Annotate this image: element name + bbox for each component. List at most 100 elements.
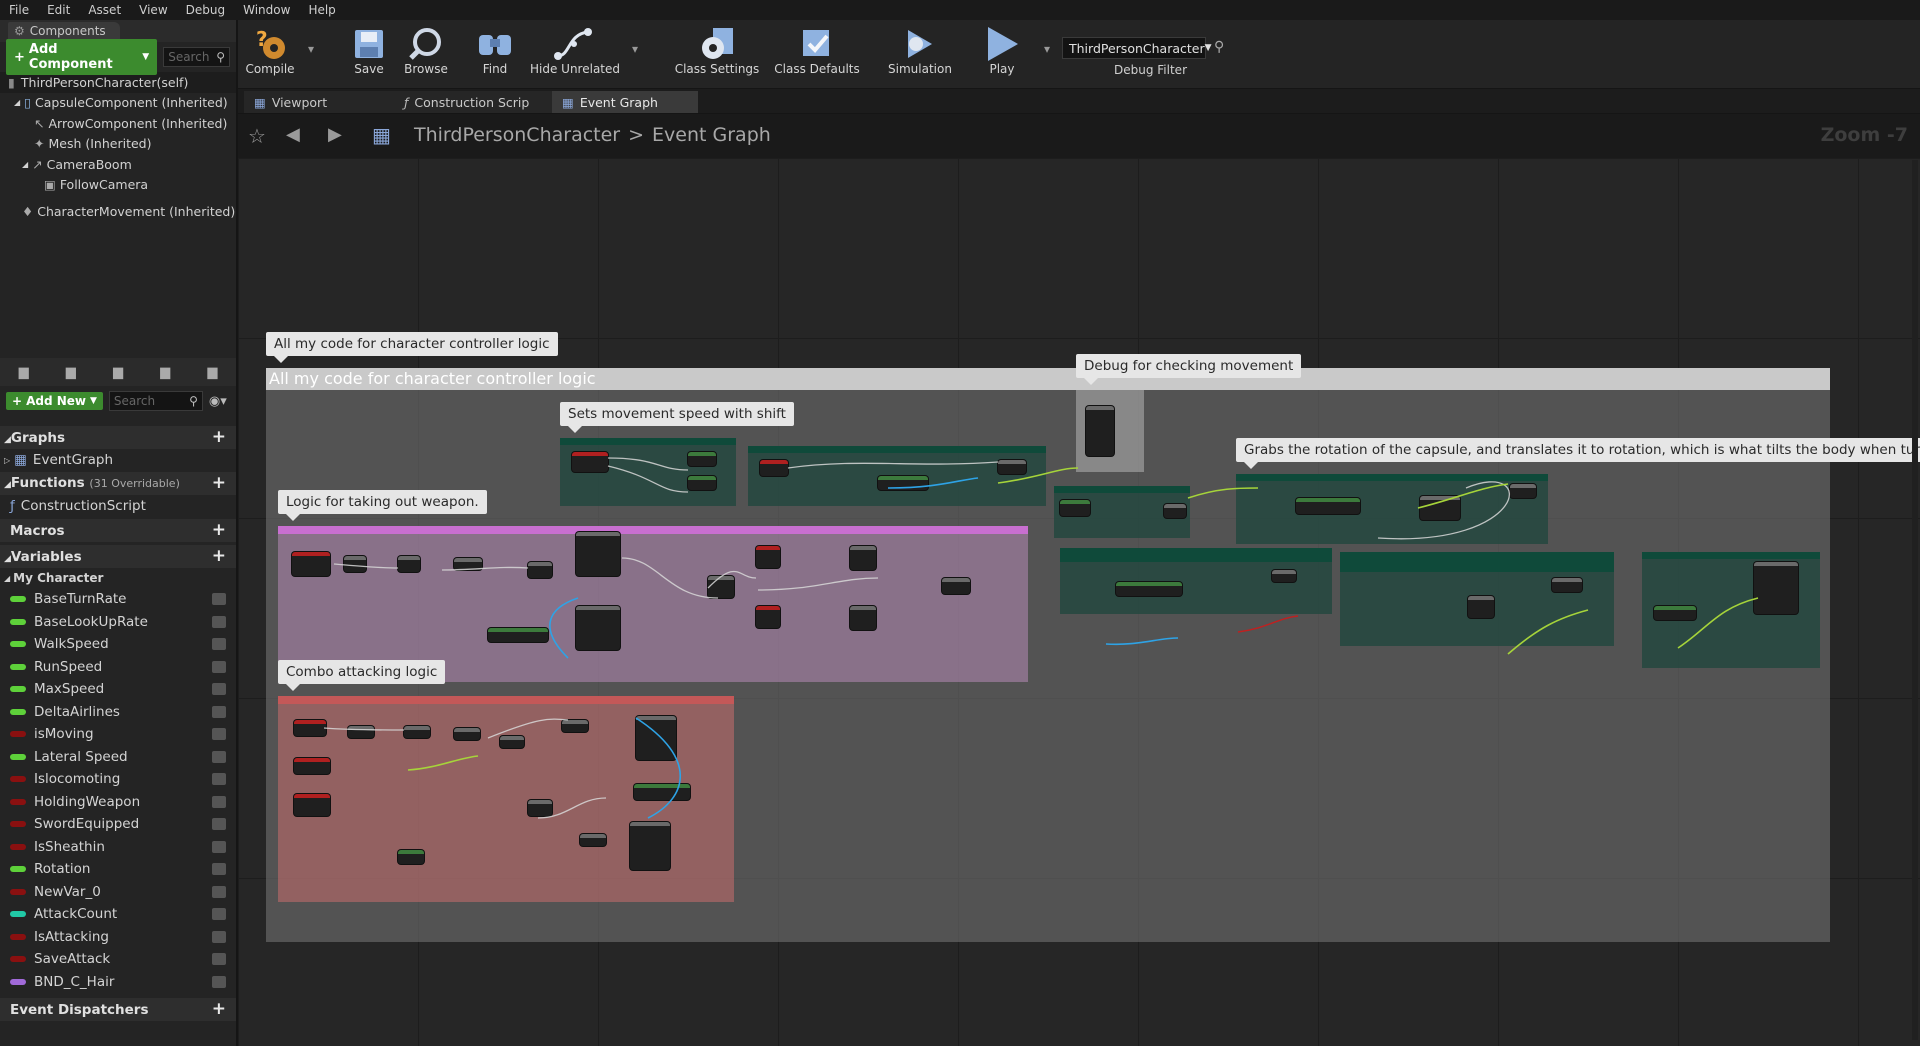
vertical-scrollbar[interactable] xyxy=(1912,160,1918,1040)
tab-construction-script[interactable]: ƒ Construction Scrip xyxy=(394,91,554,113)
play-options-chevron-icon[interactable]: ▾ xyxy=(1042,42,1052,56)
eye-closed-icon[interactable] xyxy=(212,773,226,786)
variable-item[interactable]: BaseTurnRate xyxy=(0,588,236,611)
components-search-input[interactable]: Search ⚲ xyxy=(163,47,230,67)
eye-closed-icon[interactable] xyxy=(212,615,226,628)
eye-closed-icon[interactable] xyxy=(212,705,226,718)
eye-closed-icon[interactable] xyxy=(212,908,226,921)
add-dispatcher-icon[interactable]: + xyxy=(212,1001,226,1018)
add-component-button[interactable]: + Add Component ▼ xyxy=(6,39,158,75)
component-item-followcamera[interactable]: ▣ FollowCamera xyxy=(0,175,236,196)
variable-item[interactable]: AttackCount xyxy=(0,903,236,926)
find-label: Find xyxy=(482,62,508,76)
graph-item-eventgraph[interactable]: ▷ ▦ EventGraph xyxy=(0,449,236,472)
tab-viewport[interactable]: ▦ Viewport xyxy=(244,91,394,113)
menu-help[interactable]: Help xyxy=(299,3,344,17)
variable-item[interactable]: Islocomoting xyxy=(0,768,236,791)
component-item-capsule[interactable]: ◢ ▯ CapsuleComponent (Inherited) xyxy=(0,93,236,114)
simulation-button[interactable]: Simulation xyxy=(886,26,954,76)
compile-options-chevron-icon[interactable]: ▾ xyxy=(306,42,316,56)
variable-item[interactable]: HoldingWeapon xyxy=(0,791,236,814)
tab-event-graph[interactable]: ▦ Event Graph xyxy=(552,91,698,113)
menu-asset[interactable]: Asset xyxy=(79,3,130,17)
folder-icon[interactable]: ▆ xyxy=(160,365,170,380)
eye-closed-icon[interactable] xyxy=(212,930,226,943)
eye-closed-icon[interactable] xyxy=(212,818,226,831)
breadcrumb-root[interactable]: ThirdPersonCharacter xyxy=(414,124,620,146)
menu-window[interactable]: Window xyxy=(234,3,299,17)
variables-category[interactable]: ◢Variables + xyxy=(0,545,236,568)
graphs-category[interactable]: ◢Graphs + xyxy=(0,426,236,449)
class-defaults-button[interactable]: Class Defaults xyxy=(770,26,864,76)
folder-icon[interactable]: ▆ xyxy=(113,365,123,380)
forward-arrow-icon[interactable]: ▶ xyxy=(328,124,342,145)
variable-item[interactable]: RunSpeed xyxy=(0,656,236,679)
components-tab[interactable]: ⚙ Components xyxy=(8,22,120,40)
menu-view[interactable]: View xyxy=(130,3,176,17)
eye-closed-icon[interactable] xyxy=(212,795,226,808)
eye-closed-icon[interactable] xyxy=(212,863,226,876)
mybp-search-input[interactable]: Search ⚲ xyxy=(108,391,203,411)
add-function-icon[interactable]: + xyxy=(212,474,226,492)
event-graph-canvas[interactable]: All my code for character controller log… xyxy=(238,158,1920,1046)
macros-category[interactable]: Macros + xyxy=(0,519,236,542)
variable-item[interactable]: NewVar_0 xyxy=(0,881,236,904)
compile-button[interactable]: ? Compile xyxy=(240,26,300,76)
folder-icon[interactable]: ▆ xyxy=(66,365,76,380)
hide-unrelated-button[interactable]: Hide Unrelated xyxy=(530,26,620,76)
class-settings-button[interactable]: Class Settings xyxy=(672,26,762,76)
component-item-movement[interactable]: ♦ CharacterMovement (Inherited) xyxy=(0,201,236,222)
menu-edit[interactable]: Edit xyxy=(38,3,79,17)
eye-closed-icon[interactable] xyxy=(212,593,226,606)
eye-closed-icon[interactable] xyxy=(212,728,226,741)
play-button[interactable]: Play xyxy=(974,26,1030,76)
variable-item[interactable]: WalkSpeed xyxy=(0,633,236,656)
menu-file[interactable]: File xyxy=(0,3,38,17)
play-label: Play xyxy=(989,62,1015,76)
debug-search-icon[interactable]: ⚲ xyxy=(1214,39,1224,55)
component-item-self[interactable]: ▮ ThirdPersonCharacter(self) xyxy=(0,72,236,93)
eye-closed-icon[interactable] xyxy=(212,953,226,966)
component-item-cameraboom[interactable]: ◢ ↗ CameraBoom xyxy=(0,154,236,175)
variable-item[interactable]: BND_C_Hair xyxy=(0,971,236,994)
component-item-arrow[interactable]: ↖ ArrowComponent (Inherited) xyxy=(0,113,236,134)
find-button[interactable]: Find xyxy=(470,26,520,76)
folder-icon[interactable]: ▆ xyxy=(19,365,29,380)
save-button[interactable]: Save xyxy=(344,26,394,76)
variable-item[interactable]: SwordEquipped xyxy=(0,813,236,836)
eye-closed-icon[interactable] xyxy=(212,885,226,898)
debug-filter-dropdown[interactable]: ThirdPersonCharacter ▼ xyxy=(1062,37,1212,59)
variable-item[interactable]: MaxSpeed xyxy=(0,678,236,701)
eye-closed-icon[interactable] xyxy=(212,638,226,651)
variable-item[interactable]: SaveAttack xyxy=(0,948,236,971)
eye-icon[interactable]: ◉▾ xyxy=(209,394,227,409)
variable-item[interactable]: DeltaAirlines xyxy=(0,701,236,724)
hide-unrelated-chevron-icon[interactable]: ▾ xyxy=(630,42,640,56)
variable-item[interactable]: IsSheathin xyxy=(0,836,236,859)
my-character-category[interactable]: ◢ My Character xyxy=(0,568,236,588)
variable-item[interactable]: Rotation xyxy=(0,858,236,881)
eye-closed-icon[interactable] xyxy=(212,840,226,853)
component-item-mesh[interactable]: ✦ Mesh (Inherited) xyxy=(0,134,236,155)
folder-icon[interactable]: ▆ xyxy=(207,365,217,380)
variable-item[interactable]: Lateral Speed xyxy=(0,746,236,769)
star-icon[interactable]: ☆ xyxy=(248,124,266,148)
function-item-construction[interactable]: ƒ ConstructionScript xyxy=(0,495,236,518)
eye-closed-icon[interactable] xyxy=(212,660,226,673)
eye-closed-icon[interactable] xyxy=(212,975,226,988)
variable-item[interactable]: BaseLookUpRate xyxy=(0,611,236,634)
back-arrow-icon[interactable]: ◀ xyxy=(286,124,300,145)
add-new-button[interactable]: + Add New ▼ xyxy=(6,392,103,410)
eye-closed-icon[interactable] xyxy=(212,750,226,763)
variable-item[interactable]: IsAttacking xyxy=(0,926,236,949)
mesh-icon: ✦ xyxy=(34,136,45,152)
menu-debug[interactable]: Debug xyxy=(177,3,234,17)
browse-button[interactable]: Browse xyxy=(398,26,454,76)
add-graph-icon[interactable]: + xyxy=(212,429,226,446)
add-variable-icon[interactable]: + xyxy=(212,548,226,565)
event-dispatchers-category[interactable]: Event Dispatchers + xyxy=(0,998,236,1021)
variable-item[interactable]: isMoving xyxy=(0,723,236,746)
add-macro-icon[interactable]: + xyxy=(212,522,226,539)
eye-closed-icon[interactable] xyxy=(212,683,226,696)
functions-category[interactable]: ◢Functions (31 Overridable) + xyxy=(0,471,236,495)
